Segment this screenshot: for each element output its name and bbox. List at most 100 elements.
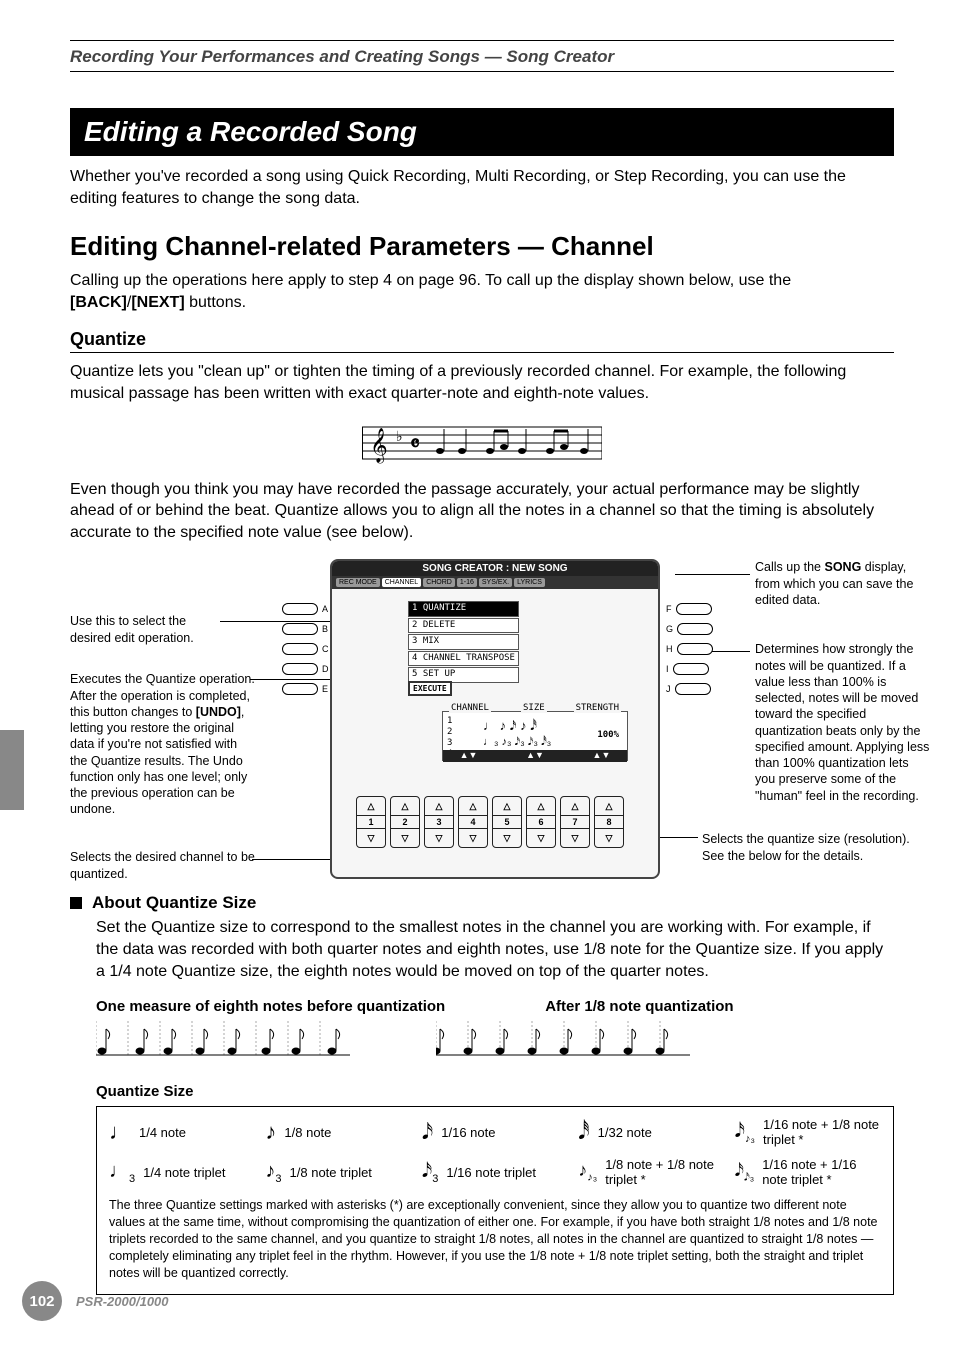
callout-left-2: Executes the Quantize operation. After t…: [70, 671, 255, 817]
heading-quantize: Quantize: [70, 329, 894, 353]
lcd-diagram: SONG CREATOR : NEW SONG REC MODE CHANNEL…: [70, 559, 894, 881]
size-label: 1/16 note triplet: [446, 1165, 536, 1180]
size-label: 1/4 note: [139, 1125, 186, 1140]
lcd-tab: 1-16: [457, 578, 477, 587]
size-label: 1/16 note + 1/8 note triplet *: [763, 1117, 881, 1147]
channel-grid: CHANNEL SIZE STRENGTH 1 2 3 4 ♩ ♪ 𝅘𝅥𝅯 ♪ …: [442, 711, 628, 761]
size-label: 1/16 note + 1/16 note triplet *: [762, 1157, 881, 1187]
breadcrumb: Recording Your Performances and Creating…: [70, 45, 894, 72]
next-button-label: [NEXT]: [131, 294, 184, 311]
size-label: 1/8 note triplet: [290, 1165, 372, 1180]
back-button-label: [BACK]: [70, 294, 127, 311]
hw-button: [677, 643, 713, 655]
channel-value: 2: [447, 727, 452, 738]
strength-value: 100%: [597, 730, 619, 740]
lcd-menu-item: 4 CHANNEL TRANSPOSE: [408, 651, 519, 667]
channel-value: 1: [447, 716, 452, 727]
callout-left-1: Use this to select the desired edit oper…: [70, 613, 225, 646]
heading-channel: Editing Channel-related Parameters — Cha…: [70, 231, 894, 262]
eighth-triplet-icon: ♪3: [265, 1160, 281, 1185]
channel-value: 3: [447, 738, 452, 749]
side-tab-marker: [0, 730, 24, 810]
quantize-mid: Even though you think you may have recor…: [70, 479, 894, 544]
hw-button: [673, 663, 709, 675]
hw-button: [282, 623, 318, 635]
callout-right-2: Determines how strongly the notes will b…: [755, 641, 930, 804]
lcd-tab: LYRICS: [514, 578, 545, 587]
svg-text:♭: ♭: [396, 428, 403, 444]
lcd-tab: CHORD: [423, 578, 455, 587]
after-label: After 1/8 note quantization: [545, 998, 733, 1015]
callout-left-3: Selects the desired channel to be quanti…: [70, 849, 255, 882]
side-buttons-left: A B C D E: [282, 599, 329, 699]
callout-right-3: Selects the quantize size (resolution). …: [702, 831, 932, 864]
quantize-intro: Quantize lets you "clean up" or tighten …: [70, 361, 894, 404]
pad-button: △5▽: [492, 796, 522, 848]
hw-button: [282, 683, 318, 695]
lcd-menu-item: 1 QUANTIZE: [408, 601, 519, 617]
lcd-menu-item: 2 DELETE: [408, 618, 519, 634]
quantize-size-box: ♩ 1/4 note ♪ 1/8 note 𝅘𝅥𝅯 1/16 note 𝅘𝅥𝅰 1/32…: [96, 1106, 894, 1294]
combo-note-icon: 𝅘𝅥𝅯♪₃: [735, 1120, 755, 1145]
quarter-note-icon: ♩: [109, 1119, 131, 1145]
hw-button: [676, 603, 712, 615]
page-footer: 102 PSR-2000/1000: [22, 1281, 169, 1321]
before-notation: [96, 1021, 356, 1065]
lcd-tab: REC MODE: [336, 578, 380, 587]
pad-button: △1▽: [356, 796, 386, 848]
channel-body-post: buttons.: [185, 294, 246, 311]
lcd-menu: 1 QUANTIZE 2 DELETE 3 MIX 4 CHANNEL TRAN…: [408, 601, 519, 684]
hw-button: [282, 603, 318, 615]
lcd-title: SONG CREATOR : NEW SONG: [332, 561, 658, 576]
size-label: 1/32 note: [598, 1125, 652, 1140]
quarter-triplet-icon: ♩3: [109, 1160, 135, 1185]
quantize-size-row-2: ♩3 1/4 note triplet ♪3 1/8 note triplet 𝅘𝅥…: [109, 1157, 881, 1187]
top-rule: [70, 40, 894, 41]
combo-note-icon: ♪♪₃: [578, 1160, 597, 1184]
side-buttons-right: F G H I J: [666, 599, 713, 699]
music-staff-illustration: 𝄞 ♭ 𝄴: [362, 421, 602, 465]
eighth-note-icon: ♪: [265, 1119, 276, 1145]
svg-text:𝄴: 𝄴: [410, 431, 420, 456]
hw-button: [282, 643, 318, 655]
about-body: Set the Quantize size to correspond to t…: [96, 917, 894, 982]
after-notation: [436, 1021, 696, 1065]
section-banner: Editing a Recorded Song: [70, 108, 894, 156]
size-label: 1/16 note: [441, 1125, 495, 1140]
hw-button: [677, 623, 713, 635]
size-label: 1/8 note: [284, 1125, 331, 1140]
model-label: PSR-2000/1000: [76, 1294, 169, 1309]
pad-button: △8▽: [594, 796, 624, 848]
pad-button: △7▽: [560, 796, 590, 848]
pad-button: △2▽: [390, 796, 420, 848]
svg-text:𝄞: 𝄞: [370, 428, 388, 464]
pad-button: △4▽: [458, 796, 488, 848]
sixteenth-note-icon: 𝅘𝅥𝅯: [422, 1119, 433, 1145]
size-label: SIZE: [521, 703, 547, 713]
hw-button: [282, 663, 318, 675]
size-label: 1/4 note triplet: [143, 1165, 225, 1180]
combo-note-icon: 𝅘𝅥𝅯𝅘𝅥𝅯₃: [735, 1160, 755, 1185]
quantize-size-row-1: ♩ 1/4 note ♪ 1/8 note 𝅘𝅥𝅯 1/16 note 𝅘𝅥𝅰 1/32…: [109, 1117, 881, 1147]
leader-line: [660, 837, 698, 838]
about-title: About Quantize Size: [92, 893, 256, 913]
before-label: One measure of eighth notes before quant…: [96, 998, 445, 1015]
quantize-size-heading: Quantize Size: [96, 1083, 894, 1100]
hw-button: [675, 683, 711, 695]
lcd-tab: SYS/EX.: [479, 578, 512, 587]
bullet-square-icon: [70, 897, 82, 909]
execute-label: EXECUTE: [408, 681, 452, 696]
sixteenth-triplet-icon: 𝅘𝅥𝅯3: [422, 1160, 439, 1185]
pad-row: △1▽ △2▽ △3▽ △4▽ △5▽ △6▽ △7▽ △8▽: [356, 796, 624, 848]
size-label: 1/8 note + 1/8 note triplet *: [605, 1157, 724, 1187]
pad-button: △6▽: [526, 796, 556, 848]
thirtysecond-note-icon: 𝅘𝅥𝅰: [578, 1119, 589, 1145]
lcd-screen: SONG CREATOR : NEW SONG REC MODE CHANNEL…: [330, 559, 660, 879]
leader-line: [675, 574, 750, 575]
intro-paragraph: Whether you've recorded a song using Qui…: [70, 166, 894, 209]
pad-button: △3▽: [424, 796, 454, 848]
channel-body: Calling up the operations here apply to …: [70, 270, 894, 313]
channel-body-pre: Calling up the operations here apply to …: [70, 272, 791, 289]
channel-label: CHANNEL: [449, 703, 491, 713]
strength-label: STRENGTH: [574, 703, 621, 713]
